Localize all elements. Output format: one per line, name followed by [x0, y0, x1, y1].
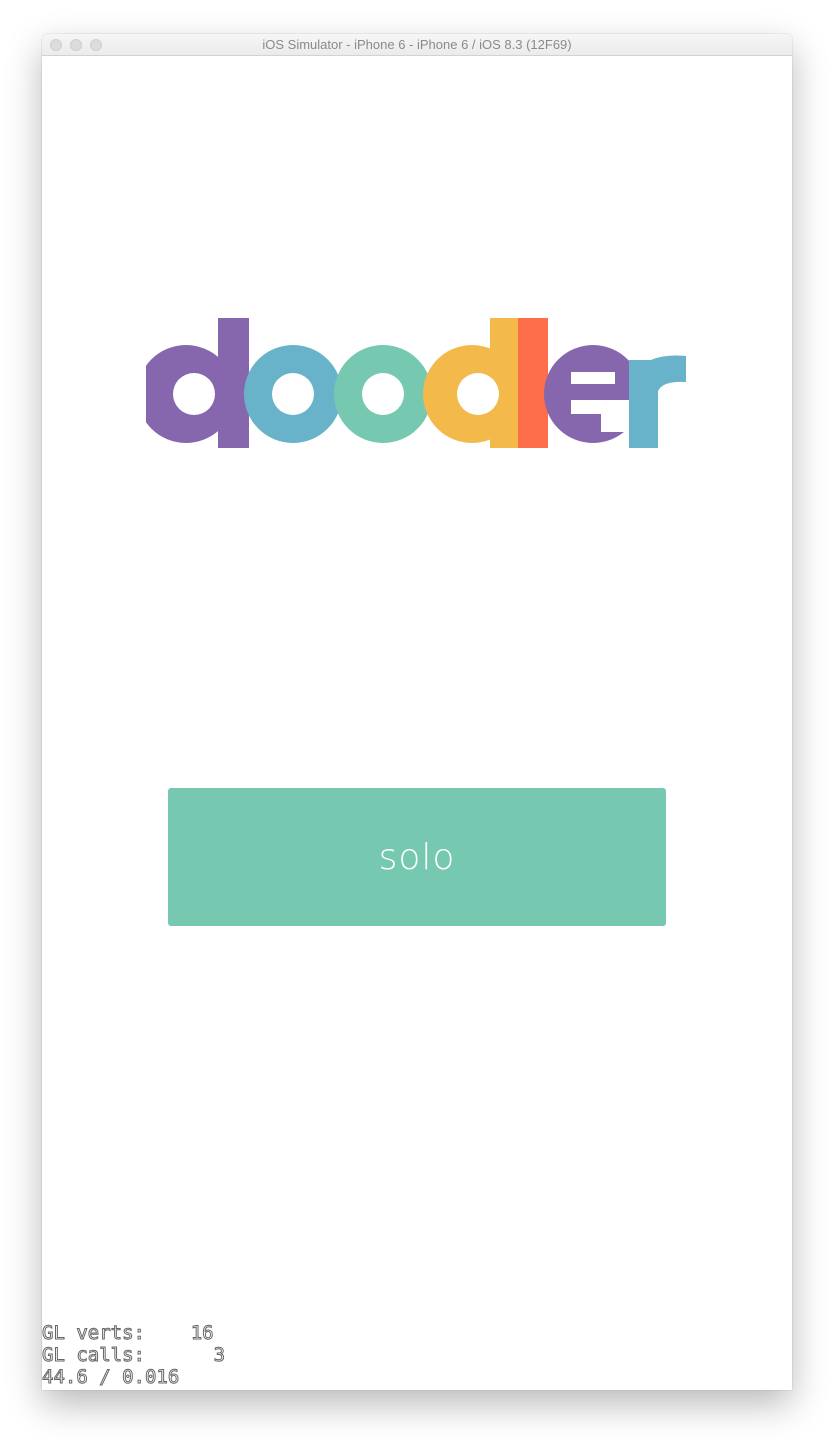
logo-letter-l: [518, 318, 548, 448]
logo-letter-d: [423, 318, 521, 448]
logo-letter-o: [244, 345, 342, 443]
logo-letter-o: [334, 345, 432, 443]
logo-letter-d: [146, 318, 249, 448]
window-title: iOS Simulator - iPhone 6 - iPhone 6 / iO…: [262, 37, 572, 52]
logo-letter-r: [629, 355, 686, 448]
gl-verts-label: GL verts:: [42, 1322, 145, 1345]
doodler-logo: doodler: [146, 318, 686, 448]
gl-debug-overlay: GL verts: 16 GL calls: 3 44.6 / 0.016: [42, 1322, 226, 1389]
solo-button[interactable]: solo: [168, 788, 666, 926]
simulator-window: iOS Simulator - iPhone 6 - iPhone 6 / iO…: [42, 34, 792, 1390]
gl-calls-value: 3: [213, 1344, 226, 1367]
fps-readout: 44.6 / 0.016: [42, 1366, 180, 1389]
title-bar[interactable]: iOS Simulator - iPhone 6 - iPhone 6 / iO…: [42, 34, 792, 56]
app-screen: doodler: [42, 56, 792, 1390]
gl-calls-label: GL calls:: [42, 1344, 145, 1367]
gl-verts-value: 16: [190, 1322, 214, 1345]
